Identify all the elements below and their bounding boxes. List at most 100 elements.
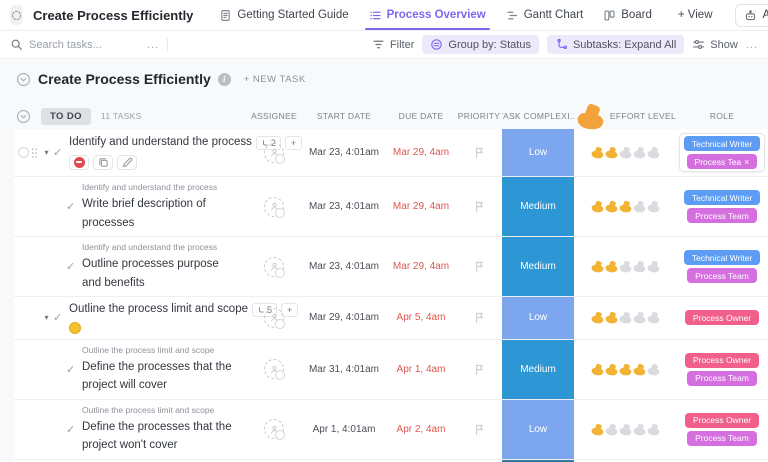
priority-flag-icon[interactable] (473, 200, 486, 213)
start-date[interactable]: Mar 23, 4:01am (302, 129, 386, 176)
effort-level-cell[interactable] (574, 177, 676, 236)
task-name[interactable]: Define the processes that the project wo… (82, 421, 232, 452)
task-complexity-cell[interactable]: Low (502, 297, 574, 339)
subtasks-button[interactable]: Subtasks: Expand All (547, 35, 684, 54)
task-complexity-cell[interactable]: Medium (502, 340, 574, 399)
task-row[interactable]: ✓Outline the process limit and scope Defi… (14, 400, 768, 460)
task-name[interactable]: Define the processes that the project wi… (82, 361, 232, 392)
column-header-effort-level[interactable]: EFFORT LEVEL (574, 100, 676, 133)
task-row[interactable]: ✓Outline the process limit and scopeDefi… (14, 340, 768, 400)
filter-button[interactable]: Filter (372, 38, 414, 51)
row-select-circle[interactable] (18, 147, 29, 158)
task-row[interactable]: ▾✓Identify and understand the process2+M… (14, 129, 768, 177)
toolbar-overflow-button[interactable]: ... (746, 39, 758, 51)
parent-task-label[interactable]: Identify and understand the process (82, 242, 238, 252)
group-by-button[interactable]: Group by: Status (422, 35, 539, 54)
role-pill[interactable]: Technical Writer (684, 250, 760, 265)
role-pill[interactable]: Process Team (687, 431, 757, 446)
role-cell[interactable]: Technical Writer Process Team (680, 188, 764, 225)
assignee-add-button[interactable] (264, 419, 284, 439)
due-date[interactable]: Mar 29, 4am (386, 237, 456, 296)
column-header-assignee[interactable]: ASSIGNEE (246, 111, 302, 121)
task-complexity-cell[interactable]: Medium (502, 237, 574, 296)
status-check-icon[interactable]: ✓ (53, 146, 69, 159)
add-view-button[interactable]: + View (668, 9, 723, 21)
status-check-icon[interactable]: ✓ (66, 423, 82, 436)
task-row[interactable]: ✓Identify and understand the process Outl… (14, 237, 768, 297)
priority-flag-icon[interactable] (473, 363, 486, 376)
effort-level-cell[interactable] (574, 237, 676, 296)
status-check-icon[interactable]: ✓ (66, 260, 82, 273)
priority-flag-icon[interactable] (473, 146, 486, 159)
column-header-role[interactable]: ROLE (676, 111, 768, 121)
blocked-status-icon[interactable] (69, 155, 89, 170)
new-task-button[interactable]: + NEW TASK (244, 74, 306, 85)
effort-level-cell[interactable] (574, 340, 676, 399)
column-header-task-complexity[interactable]: TASK COMPLEXI... (502, 111, 574, 121)
status-group-badge[interactable]: TO DO (41, 108, 91, 125)
role-pill[interactable]: Process Owner (685, 353, 759, 368)
role-pill[interactable]: Technical Writer (684, 136, 760, 151)
assignee-add-button[interactable] (264, 143, 284, 163)
role-pill[interactable]: Process Owner (685, 310, 759, 325)
collapse-group-icon[interactable] (16, 109, 31, 124)
start-date[interactable]: Mar 31, 4:01am (302, 340, 386, 399)
priority-flag-icon[interactable] (473, 311, 486, 324)
effort-level-cell[interactable] (574, 297, 676, 339)
column-header-start-date[interactable]: START DATE (302, 111, 386, 121)
priority-flag-icon[interactable] (473, 260, 486, 273)
role-pill[interactable]: Technical Writer (684, 190, 760, 205)
drag-handle-icon[interactable] (31, 147, 38, 159)
role-pill[interactable]: Process Owner (685, 413, 759, 428)
status-check-icon[interactable]: ✓ (53, 311, 69, 324)
parent-task-label[interactable]: Outline the process limit and scope (82, 345, 238, 355)
parent-task-label[interactable]: Outline the process limit and scope (82, 405, 238, 415)
remove-role-icon[interactable]: × (744, 157, 749, 167)
due-date[interactable]: Apr 2, 4am (386, 400, 456, 459)
priority-flag-icon[interactable] (473, 423, 486, 436)
status-check-icon[interactable]: ✓ (66, 200, 82, 213)
column-header-priority[interactable]: PRIORITY (456, 111, 502, 121)
role-pill[interactable]: Process Team (687, 268, 757, 283)
role-cell[interactable]: Process Owner Process Team (681, 411, 763, 448)
space-icon[interactable] (10, 5, 23, 25)
search-more-button[interactable]: ... (147, 39, 159, 51)
task-name[interactable]: Outline the process limit and scope (69, 302, 248, 318)
task-name[interactable]: Outline processes purpose and benefits (82, 258, 219, 289)
due-date[interactable]: Apr 1, 4am (386, 340, 456, 399)
task-complexity-cell[interactable]: Low (502, 129, 574, 176)
effort-level-cell[interactable] (574, 400, 676, 459)
role-cell[interactable]: Process Owner (681, 308, 763, 327)
assignee-add-button[interactable] (264, 359, 284, 379)
assignee-add-button[interactable] (264, 257, 284, 277)
start-date[interactable]: Apr 1, 4:01am (302, 400, 386, 459)
automate-button[interactable]: Automate (735, 4, 768, 27)
role-cell[interactable]: Technical WriterProcess Tea× (679, 133, 765, 172)
tab-getting-started-guide[interactable]: Getting Started Guide (209, 0, 358, 30)
start-date[interactable]: Mar 29, 4:01am (302, 297, 386, 339)
tab-process-overview[interactable]: Process Overview (359, 0, 496, 30)
due-date[interactable]: Mar 29, 4am (386, 177, 456, 236)
role-pill[interactable]: Process Team (687, 208, 757, 223)
role-pill[interactable]: Process Team (687, 371, 757, 386)
status-dot-icon[interactable] (69, 322, 81, 334)
parent-task-label[interactable]: Identify and understand the process (82, 182, 238, 192)
start-date[interactable]: Mar 23, 4:01am (302, 237, 386, 296)
info-icon[interactable]: i (218, 73, 231, 86)
search-input[interactable] (29, 39, 139, 51)
task-name[interactable]: Write brief description of processes (82, 198, 206, 229)
copy-icon[interactable] (93, 155, 113, 170)
search-box[interactable] (10, 38, 139, 51)
show-button[interactable]: Show (692, 38, 738, 51)
due-date[interactable]: Mar 29, 4am (386, 129, 456, 176)
role-cell[interactable]: Process Owner Process Team (681, 351, 763, 388)
expand-caret-icon[interactable]: ▾ (40, 313, 53, 322)
due-date[interactable]: Apr 5, 4am (386, 297, 456, 339)
start-date[interactable]: Mar 23, 4:01am (302, 177, 386, 236)
role-cell[interactable]: Technical Writer Process Team (680, 248, 764, 285)
task-complexity-cell[interactable]: Medium (502, 177, 574, 236)
collapse-section-icon[interactable] (16, 72, 31, 87)
task-name[interactable]: Identify and understand the process (69, 135, 252, 151)
task-complexity-cell[interactable]: Low (502, 400, 574, 459)
effort-level-cell[interactable] (574, 129, 676, 176)
